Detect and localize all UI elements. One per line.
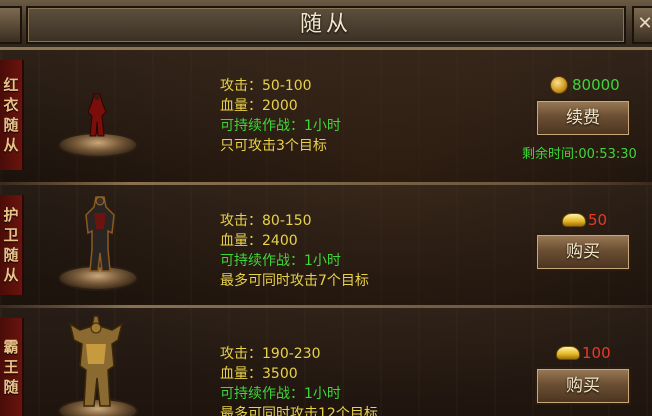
attack-stat: 攻击：80-150 xyxy=(220,213,312,229)
follower-name-banner: 红 衣 随 从 xyxy=(0,60,24,170)
buy-button[interactable]: 购买 xyxy=(535,367,631,405)
follower-figure-guard xyxy=(85,196,115,272)
coin-icon xyxy=(550,76,568,94)
follower-row-guard: 护 卫 随 从 攻击：80-150 血量：2400 可持续作战：1小时 最多可同… xyxy=(0,185,652,305)
follower-name-banner: 霸 王 随 xyxy=(0,318,24,416)
price-display: 50 xyxy=(562,211,607,229)
follower-name-banner: 护 卫 随 从 xyxy=(0,195,24,295)
name-char: 红 xyxy=(3,76,19,94)
gold-ingot-icon xyxy=(562,213,586,227)
name-char: 卫 xyxy=(3,226,19,244)
follower-stats: 攻击：50-100 血量：2000 可持续作战：1小时 只可攻击3个目标 xyxy=(220,76,341,156)
follower-row-red-robe: 红 衣 随 从 攻击：50-100 血量：2000 可持续作战：1小时 只可攻击… xyxy=(0,50,652,182)
name-char: 霸 xyxy=(3,338,19,356)
attack-stat: 攻击：190-230 xyxy=(220,346,321,362)
buy-button[interactable]: 购买 xyxy=(535,233,631,271)
target-stat: 最多可同时攻击12个目标 xyxy=(220,406,378,416)
target-stat: 最多可同时攻击7个目标 xyxy=(220,273,369,289)
target-stat: 只可攻击3个目标 xyxy=(220,138,327,154)
remaining-time: 剩余时间:00:53:30 xyxy=(522,147,637,162)
name-char: 衣 xyxy=(3,96,19,114)
name-char: 王 xyxy=(3,358,19,376)
duration-stat: 可持续作战：1小时 xyxy=(220,386,341,402)
name-char: 从 xyxy=(3,266,19,284)
hp-stat: 血量：2000 xyxy=(220,98,298,114)
gold-ingot-icon xyxy=(556,346,580,360)
name-char: 随 xyxy=(3,116,19,134)
follower-figure-overlord xyxy=(68,315,124,407)
follower-stats: 攻击：190-230 血量：3500 可持续作战：1小时 最多可同时攻击12个目… xyxy=(220,344,378,416)
name-char: 随 xyxy=(3,246,19,264)
price-value: 80000 xyxy=(572,76,620,94)
follower-row-overlord: 霸 王 随 攻击：190-230 血量：3500 可持续作战：1小时 最多可同时… xyxy=(0,308,652,416)
hp-stat: 血量：3500 xyxy=(220,366,298,382)
name-char: 护 xyxy=(3,206,19,224)
price-value: 100 xyxy=(582,344,611,362)
duration-stat: 可持续作战：1小时 xyxy=(220,253,341,269)
follower-stats: 攻击：80-150 血量：2400 可持续作战：1小时 最多可同时攻击7个目标 xyxy=(220,211,369,291)
duration-stat: 可持续作战：1小时 xyxy=(220,118,341,134)
attack-stat: 攻击：50-100 xyxy=(220,78,312,94)
window-title: 随从 xyxy=(299,12,352,37)
close-icon[interactable]: ✕ xyxy=(634,13,652,35)
price-display: 80000 xyxy=(550,76,620,94)
hp-stat: 血量：2400 xyxy=(220,233,298,249)
name-char: 从 xyxy=(3,136,19,154)
follower-panel: 随从 ✕ 红 衣 随 从 攻击：50-100 血量：2000 可持续作战：1小时… xyxy=(0,0,652,416)
name-char: 随 xyxy=(3,378,19,396)
price-display: 100 xyxy=(556,344,611,362)
follower-figure-red-robe xyxy=(87,93,107,137)
renew-button[interactable]: 续费 xyxy=(535,99,631,137)
price-value: 50 xyxy=(588,211,608,229)
